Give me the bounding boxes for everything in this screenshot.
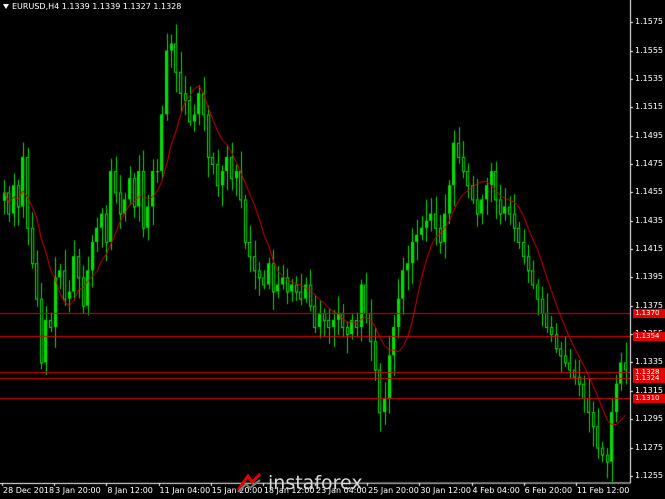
price-tick-label: 1.1395 (635, 272, 663, 282)
price-tick-label: 1.1295 (635, 414, 663, 424)
price-tick-label: 1.1435 (635, 215, 663, 225)
time-tick-label: 8 Jan 12:00 (107, 486, 153, 495)
dropdown-triangle-icon (3, 4, 9, 9)
time-tick-label: 3 Jan 20:00 (55, 486, 101, 495)
chart-header: EURUSD,H4 1.1339 1.1339 1.1327 1.1328 (3, 2, 181, 11)
price-tick-label: 1.1495 (635, 130, 663, 140)
price-tick-label: 1.1575 (635, 17, 663, 27)
price-tick-label: 1.1515 (635, 102, 663, 112)
price-tick-label: 1.1335 (635, 357, 663, 367)
instaforex-watermark: instaforex (236, 470, 380, 496)
time-tick-label: 11 Jan 04:00 (159, 486, 211, 495)
level-tag: 1.1354 (633, 332, 665, 341)
price-tick-label: 1.1475 (635, 158, 663, 168)
time-tick-label: 30 Jan 12:00 (420, 486, 471, 495)
price-chart[interactable] (0, 0, 665, 499)
level-tag: 1.1370 (633, 309, 665, 318)
price-tick-label: 1.1415 (635, 244, 663, 254)
time-tick-label: 28 Dec 2018 (3, 486, 55, 495)
time-tick-label: 4 Feb 04:00 (472, 486, 520, 495)
price-tick-label: 1.1455 (635, 187, 663, 197)
level-tag: 1.1310 (633, 394, 665, 403)
price-tick-label: 1.1255 (635, 470, 663, 480)
time-tick-label: 11 Feb 12:00 (576, 486, 630, 495)
symbol-ohlc-label: EURUSD,H4 1.1339 1.1339 1.1327 1.1328 (12, 2, 182, 11)
watermark-text: instaforex (268, 472, 363, 494)
price-tick-label: 1.1535 (635, 73, 663, 83)
level-tag: 1.1324 (633, 374, 665, 383)
price-tick-label: 1.1555 (635, 45, 663, 55)
instaforex-logo-icon (236, 472, 262, 493)
price-tick-label: 1.1275 (635, 442, 663, 452)
time-tick-label: 6 Feb 20:00 (524, 486, 573, 495)
